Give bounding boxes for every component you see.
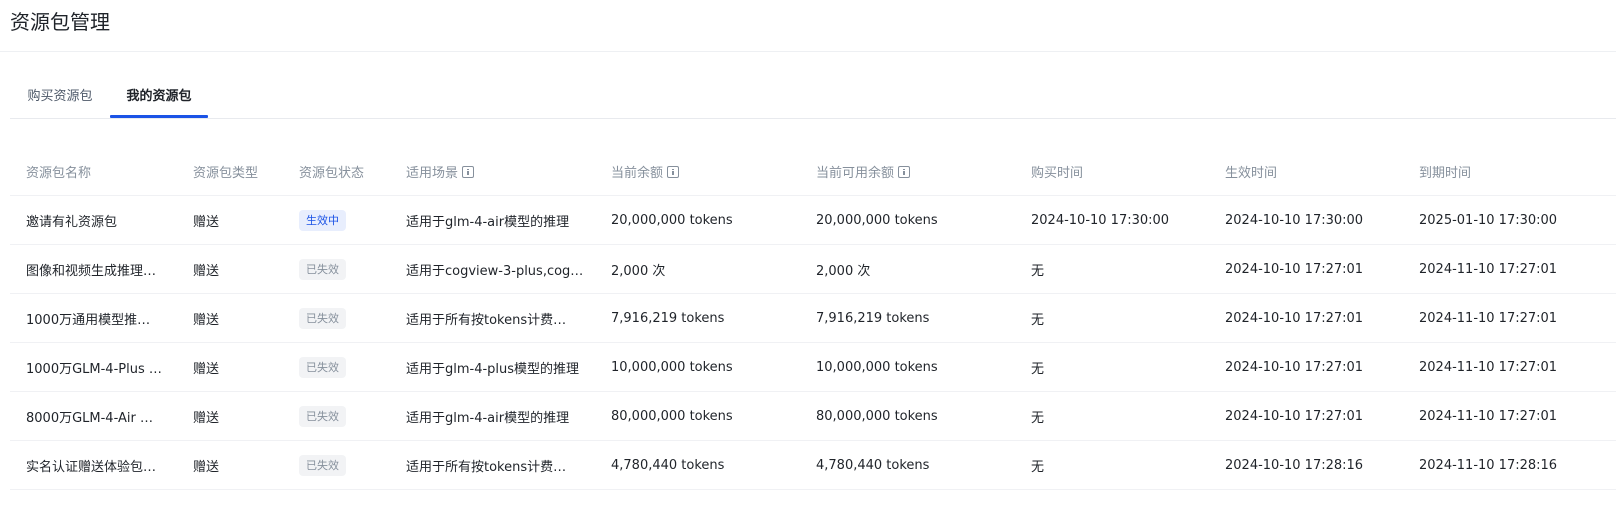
page-title: 资源包管理 bbox=[10, 10, 110, 34]
effective-time-cell: 2024-10-10 17:28:16 bbox=[1209, 440, 1403, 490]
status-cell: 生效中 bbox=[283, 195, 390, 245]
expire-time-cell: 2024-11-10 17:27:01 bbox=[1403, 293, 1616, 343]
status-cell: 已失效 bbox=[283, 293, 390, 343]
available-balance-cell: 7,916,219 tokens bbox=[800, 293, 1015, 343]
status-cell: 已失效 bbox=[283, 342, 390, 392]
column-header-balance: 当前余额 bbox=[595, 148, 800, 196]
available-balance-cell: 10,000,000 tokens bbox=[800, 342, 1015, 392]
status-badge: 已失效 bbox=[299, 454, 346, 476]
balance-cell: 2,000 次 bbox=[595, 244, 800, 294]
table-row: 1000万GLM-4-Plus … 赠送 已失效 适用于glm-4-plus模型的推理… bbox=[10, 342, 1616, 392]
info-icon[interactable] bbox=[462, 166, 475, 178]
effective-time-cell: 2024-10-10 17:30:00 bbox=[1209, 195, 1403, 245]
resource-pack-table: 资源包名称 资源包类型 资源包状态 适用场景 当前余额 当前可用余额 购买时间 … bbox=[10, 148, 1616, 490]
available-balance-cell: 80,000,000 tokens bbox=[800, 391, 1015, 441]
status-badge: 已失效 bbox=[299, 356, 346, 378]
pack-type-cell: 赠送 bbox=[177, 244, 283, 294]
scene-cell: 适用于glm-4-air模型的推理 bbox=[390, 195, 595, 245]
pack-name-cell: 图像和视频生成推理… bbox=[10, 244, 177, 294]
status-badge: 生效中 bbox=[299, 209, 346, 231]
title-divider bbox=[0, 51, 1616, 52]
column-header-purchase-time: 购买时间 bbox=[1015, 148, 1209, 196]
status-badge: 已失效 bbox=[299, 405, 346, 427]
expire-time-cell: 2025-01-10 17:30:00 bbox=[1403, 195, 1616, 245]
expire-time-cell: 2024-11-10 17:27:01 bbox=[1403, 391, 1616, 441]
column-header-effective-time: 生效时间 bbox=[1209, 148, 1403, 196]
effective-time-cell: 2024-10-10 17:27:01 bbox=[1209, 391, 1403, 441]
expire-time-cell: 2024-11-10 17:27:01 bbox=[1403, 342, 1616, 392]
column-header-type: 资源包类型 bbox=[177, 148, 283, 196]
scene-cell: 适用于所有按tokens计费… bbox=[390, 440, 595, 490]
pack-type-cell: 赠送 bbox=[177, 391, 283, 441]
table-row: 8000万GLM-4-Air … 赠送 已失效 适用于glm-4-air模型的推理 80… bbox=[10, 391, 1616, 441]
column-header-scene: 适用场景 bbox=[390, 148, 595, 196]
column-header-expire-time: 到期时间 bbox=[1403, 148, 1616, 196]
effective-time-cell: 2024-10-10 17:27:01 bbox=[1209, 293, 1403, 343]
column-header-name: 资源包名称 bbox=[10, 148, 177, 196]
pack-name-cell: 1000万GLM-4-Plus … bbox=[10, 342, 177, 392]
scene-cell: 适用于glm-4-air模型的推理 bbox=[390, 391, 595, 441]
table-row: 实名认证赠送体验包… 赠送 已失效 适用于所有按tokens计费… 4,780,440 … bbox=[10, 440, 1616, 490]
scene-cell: 适用于所有按tokens计费… bbox=[390, 293, 595, 343]
table-row: 图像和视频生成推理… 赠送 已失效 适用于cogview-3-plus,cog… 2,0… bbox=[10, 244, 1616, 294]
status-cell: 已失效 bbox=[283, 244, 390, 294]
available-balance-cell: 20,000,000 tokens bbox=[800, 195, 1015, 245]
effective-time-cell: 2024-10-10 17:27:01 bbox=[1209, 244, 1403, 294]
pack-type-cell: 赠送 bbox=[177, 293, 283, 343]
pack-name-cell: 邀请有礼资源包 bbox=[10, 195, 177, 245]
purchase-time-cell: 2024-10-10 17:30:00 bbox=[1015, 195, 1209, 245]
balance-cell: 10,000,000 tokens bbox=[595, 342, 800, 392]
pack-type-cell: 赠送 bbox=[177, 440, 283, 490]
scene-cell: 适用于glm-4-plus模型的推理 bbox=[390, 342, 595, 392]
purchase-time-cell: 无 bbox=[1015, 342, 1209, 392]
table-row: 邀请有礼资源包 赠送 生效中 适用于glm-4-air模型的推理 20,000,000 … bbox=[10, 195, 1616, 245]
status-cell: 已失效 bbox=[283, 391, 390, 441]
info-icon[interactable] bbox=[667, 166, 680, 178]
pack-name-cell: 实名认证赠送体验包… bbox=[10, 440, 177, 490]
effective-time-cell: 2024-10-10 17:27:01 bbox=[1209, 342, 1403, 392]
column-header-status: 资源包状态 bbox=[283, 148, 390, 196]
balance-cell: 20,000,000 tokens bbox=[595, 195, 800, 245]
table-row: 1000万通用模型推… 赠送 已失效 适用于所有按tokens计费… 7,916,219… bbox=[10, 293, 1616, 343]
tab-buy-resource-pack[interactable]: 购买资源包 bbox=[26, 76, 94, 117]
balance-cell: 4,780,440 tokens bbox=[595, 440, 800, 490]
expire-time-cell: 2024-11-10 17:28:16 bbox=[1403, 440, 1616, 490]
pack-name-cell: 1000万通用模型推… bbox=[10, 293, 177, 343]
balance-cell: 7,916,219 tokens bbox=[595, 293, 800, 343]
available-balance-cell: 4,780,440 tokens bbox=[800, 440, 1015, 490]
active-tab-indicator bbox=[110, 115, 208, 118]
info-icon[interactable] bbox=[898, 166, 911, 178]
scene-cell: 适用于cogview-3-plus,cog… bbox=[390, 244, 595, 294]
expire-time-cell: 2024-11-10 17:27:01 bbox=[1403, 244, 1616, 294]
status-badge: 已失效 bbox=[299, 307, 346, 329]
balance-cell: 80,000,000 tokens bbox=[595, 391, 800, 441]
purchase-time-cell: 无 bbox=[1015, 244, 1209, 294]
table-header-row: 资源包名称 资源包类型 资源包状态 适用场景 当前余额 当前可用余额 购买时间 … bbox=[10, 148, 1616, 196]
pack-type-cell: 赠送 bbox=[177, 342, 283, 392]
available-balance-cell: 2,000 次 bbox=[800, 244, 1015, 294]
pack-name-cell: 8000万GLM-4-Air … bbox=[10, 391, 177, 441]
tab-my-resource-packs[interactable]: 我的资源包 bbox=[110, 76, 208, 117]
pack-type-cell: 赠送 bbox=[177, 195, 283, 245]
purchase-time-cell: 无 bbox=[1015, 391, 1209, 441]
purchase-time-cell: 无 bbox=[1015, 293, 1209, 343]
column-header-available-balance: 当前可用余额 bbox=[800, 148, 1015, 196]
status-badge: 已失效 bbox=[299, 258, 346, 280]
purchase-time-cell: 无 bbox=[1015, 440, 1209, 490]
status-cell: 已失效 bbox=[283, 440, 390, 490]
tab-bar: 购买资源包 我的资源包 bbox=[10, 76, 1616, 119]
